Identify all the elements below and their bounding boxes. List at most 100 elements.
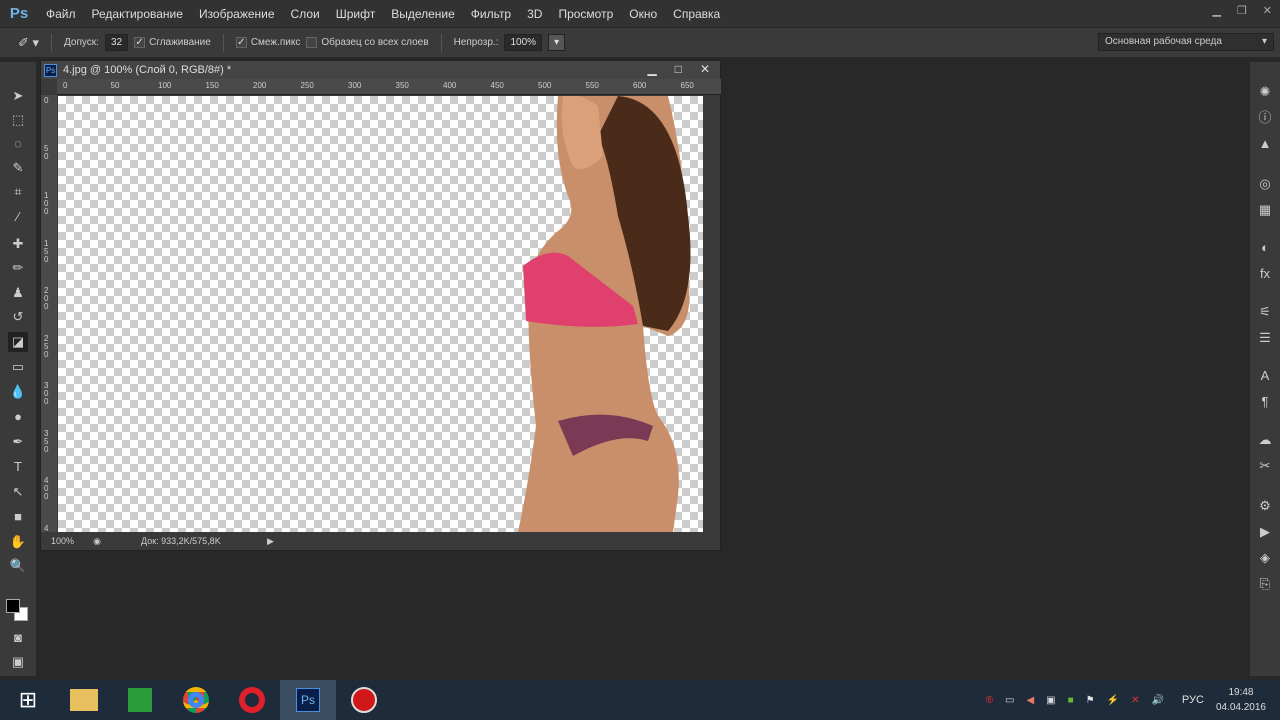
- clock[interactable]: 19:48 04.04.2016: [1216, 685, 1266, 715]
- ruler-label: 50: [110, 81, 120, 90]
- ps-doc-icon: Ps: [44, 63, 57, 77]
- menu-layers[interactable]: Слои: [283, 7, 328, 21]
- tolerance-input[interactable]: 32: [104, 34, 129, 51]
- menu-help[interactable]: Справка: [665, 7, 728, 21]
- actions-panel-icon[interactable]: ▶: [1257, 524, 1273, 540]
- menu-image[interactable]: Изображение: [191, 7, 283, 21]
- opacity-label: Непрозр.:: [453, 37, 499, 48]
- pen-tool-icon[interactable]: ✒: [8, 432, 28, 452]
- menu-bar: Ps Файл Редактирование Изображение Слои …: [0, 0, 1280, 27]
- move-tool-icon[interactable]: ➤: [8, 86, 28, 106]
- lasso-tool-icon[interactable]: ◌: [8, 134, 28, 154]
- eyedropper-tool-icon[interactable]: ⁄: [8, 207, 28, 227]
- menu-type[interactable]: Шрифт: [328, 7, 383, 21]
- tolerance-label: Допуск:: [64, 37, 99, 48]
- doc-minimize-icon[interactable]: ▁: [647, 62, 656, 76]
- tray-network-icon[interactable]: ▣: [1046, 695, 1055, 706]
- photoshop-taskbar-icon[interactable]: Ps: [280, 680, 336, 720]
- chrome-icon[interactable]: [168, 680, 224, 720]
- healing-brush-tool-icon[interactable]: ✚: [8, 234, 28, 254]
- status-info-icon[interactable]: ◉: [87, 536, 107, 547]
- store-icon[interactable]: [112, 680, 168, 720]
- stamp-tool-icon[interactable]: ♟: [8, 283, 28, 303]
- tray-nvidia-icon[interactable]: ■: [1068, 695, 1074, 706]
- info-panel-icon[interactable]: ⓘ: [1257, 110, 1273, 126]
- antialias-checkbox[interactable]: ✓ Сглаживание: [134, 37, 211, 48]
- layers-panel-icon[interactable]: ◈: [1257, 550, 1273, 566]
- document-tab[interactable]: Ps 4.jpg @ 100% (Слой 0, RGB/8#) * ▁ □ ✕: [41, 61, 720, 79]
- shape-tool-icon[interactable]: ■: [8, 507, 28, 527]
- menu-window[interactable]: Окно: [621, 7, 665, 21]
- swatches-panel-icon[interactable]: ▦: [1257, 202, 1273, 218]
- tray-wifi-off-icon[interactable]: ✕: [1131, 695, 1139, 706]
- sample-all-layers-checkbox[interactable]: Образец со всех слоев: [306, 37, 429, 48]
- marquee-tool-icon[interactable]: ⬚: [8, 110, 28, 130]
- brush-panel-icon[interactable]: ⚟: [1257, 304, 1273, 320]
- crop-tool-icon[interactable]: ⌗: [8, 182, 28, 202]
- tray-volume-icon[interactable]: 🔊: [1151, 695, 1163, 706]
- zoom-tool-icon[interactable]: 🔍: [8, 556, 28, 576]
- background-eraser-preset-icon[interactable]: ✐ ▾: [18, 35, 39, 51]
- blur-tool-icon[interactable]: 💧: [8, 382, 28, 402]
- contiguous-checkbox[interactable]: ✓ Смеж.пикс: [235, 37, 300, 48]
- close-icon[interactable]: ✕: [1263, 4, 1272, 17]
- opacity-dropdown[interactable]: ▾: [548, 34, 566, 51]
- type-tool-icon[interactable]: T: [8, 457, 28, 477]
- adjustments-panel-icon[interactable]: ◐: [1257, 240, 1273, 256]
- recorder-icon[interactable]: [336, 680, 392, 720]
- screen-mode-icon[interactable]: ▣: [8, 652, 28, 672]
- zoom-level[interactable]: 100%: [41, 536, 87, 546]
- tray-computer-icon[interactable]: ▭: [1005, 695, 1014, 706]
- foreground-color-swatch[interactable]: [6, 599, 20, 613]
- tools-panel: ➤ ⬚ ◌ ✎ ⌗ ⁄ ✚ ✏ ♟ ↺ ◪ ▭ 💧 ● ✒ T ↖ ■ ✋ 🔍 …: [0, 62, 36, 676]
- color-panel-icon[interactable]: ✺: [1257, 84, 1273, 100]
- history-panel-icon[interactable]: ⎘: [1257, 576, 1273, 592]
- menu-view[interactable]: Просмотр: [550, 7, 621, 21]
- doc-close-icon[interactable]: ✕: [700, 62, 710, 76]
- minimize-icon[interactable]: ▁: [1212, 4, 1220, 17]
- doc-maximize-icon[interactable]: □: [675, 62, 682, 76]
- document-title: 4.jpg @ 100% (Слой 0, RGB/8#) *: [63, 64, 232, 76]
- ruler-label: 550: [585, 81, 599, 90]
- dodge-tool-icon[interactable]: ●: [8, 407, 28, 427]
- brush-tool-icon[interactable]: ✏: [8, 258, 28, 278]
- character-panel-icon[interactable]: A: [1257, 368, 1273, 384]
- menu-3d[interactable]: 3D: [519, 7, 550, 21]
- tray-r-icon[interactable]: ®: [986, 695, 993, 706]
- tray-speaker-app-icon[interactable]: ◀: [1026, 695, 1034, 706]
- image-canvas[interactable]: [58, 96, 703, 532]
- opacity-input[interactable]: 100%: [504, 34, 543, 51]
- quick-select-tool-icon[interactable]: ✎: [8, 158, 28, 178]
- eraser-tool-icon[interactable]: ◪: [8, 332, 28, 352]
- styles-panel-icon[interactable]: fx: [1257, 266, 1273, 282]
- history-brush-tool-icon[interactable]: ↺: [8, 307, 28, 327]
- path-select-tool-icon[interactable]: ↖: [8, 482, 28, 502]
- status-menu-arrow[interactable]: ▶: [267, 536, 274, 547]
- channels-panel-icon[interactable]: ⚙: [1257, 498, 1273, 514]
- ruler-label: 150: [205, 81, 219, 90]
- paths-panel-icon[interactable]: ✂: [1257, 458, 1273, 474]
- workspace-select[interactable]: Основная рабочая среда ▾: [1098, 33, 1274, 51]
- start-button[interactable]: ⊞: [0, 680, 56, 720]
- hand-tool-icon[interactable]: ✋: [8, 532, 28, 552]
- tray-flag-icon[interactable]: ⚑: [1086, 695, 1095, 706]
- woman-photo: [518, 96, 691, 532]
- menu-filter[interactable]: Фильтр: [463, 7, 519, 21]
- 3d-panel-icon[interactable]: ◎: [1257, 176, 1273, 192]
- menu-select[interactable]: Выделение: [383, 7, 463, 21]
- language-indicator[interactable]: РУС: [1182, 694, 1204, 706]
- menu-file[interactable]: Файл: [38, 7, 84, 21]
- file-explorer-icon[interactable]: [56, 680, 112, 720]
- clock-date: 04.04.2016: [1215, 702, 1266, 713]
- paragraph-panel-icon[interactable]: ¶: [1257, 394, 1273, 410]
- opera-icon[interactable]: [224, 680, 280, 720]
- restore-icon[interactable]: ❐: [1237, 4, 1247, 17]
- clone-source-icon[interactable]: ☁: [1257, 432, 1273, 448]
- menu-edit[interactable]: Редактирование: [84, 7, 191, 21]
- brush-presets-icon[interactable]: ☰: [1257, 330, 1273, 346]
- histogram-panel-icon[interactable]: ▲: [1257, 136, 1273, 152]
- ruler-label: 650: [680, 81, 694, 90]
- tray-power-icon[interactable]: ⚡: [1107, 695, 1119, 706]
- gradient-tool-icon[interactable]: ▭: [8, 357, 28, 377]
- quick-mask-icon[interactable]: ◙: [8, 628, 28, 648]
